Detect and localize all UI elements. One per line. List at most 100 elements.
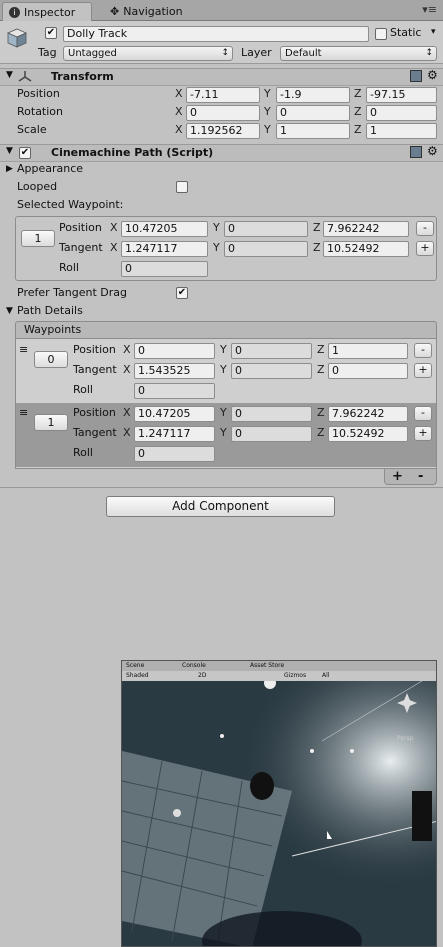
waypoint-1-tangent-z[interactable]: 10.52492 <box>328 426 408 442</box>
waypoint-0-position-z[interactable]: 1 <box>328 343 408 359</box>
waypoint-1-tangent-y[interactable]: 0 <box>231 426 312 442</box>
add-component-button[interactable]: Add Component <box>106 496 335 517</box>
waypoint-1-position-y[interactable]: 0 <box>231 406 312 422</box>
path-details-foldout-icon[interactable]: ▼ <box>6 306 13 316</box>
help-book-icon[interactable] <box>410 70 422 82</box>
tag-dropdown[interactable]: Untagged <box>63 46 233 61</box>
transform-position-z[interactable]: -97.15 <box>366 87 437 103</box>
looped-checkbox[interactable] <box>176 181 188 193</box>
layer-dropdown[interactable]: Default <box>280 46 437 61</box>
object-name-input[interactable]: Dolly Track <box>63 26 369 42</box>
axis-x-label: X <box>175 105 183 118</box>
transform-scale-z[interactable]: 1 <box>366 123 437 139</box>
appearance-foldout[interactable]: Appearance <box>17 161 83 177</box>
tab-navigation[interactable]: ✥ Navigation <box>104 2 200 21</box>
axis-y-label: Y <box>220 426 227 439</box>
tab-inspector-label: Inspector <box>24 5 76 19</box>
list-add-button[interactable]: + <box>392 469 403 484</box>
waypoint-1-add-button[interactable]: + <box>414 426 432 441</box>
axis-x-label: X <box>123 363 131 376</box>
axis-z-label: Z <box>354 87 362 100</box>
remove-waypoint-button[interactable]: - <box>416 221 434 236</box>
path-details-foldout[interactable]: Path Details <box>17 303 83 319</box>
add-waypoint-button[interactable]: + <box>416 241 434 256</box>
selected-position-y[interactable]: 0 <box>224 221 308 237</box>
waypoint-0-position-y[interactable]: 0 <box>231 343 312 359</box>
panel-menu-icon[interactable]: ▾≡ <box>422 3 437 16</box>
axis-z-label: Z <box>313 241 321 254</box>
transform-rotation-z[interactable]: 0 <box>366 105 437 121</box>
axis-x-label: X <box>110 241 118 254</box>
waypoints-header-label: Waypoints <box>24 323 82 336</box>
settings-gear-icon[interactable]: ⚙ <box>427 144 438 158</box>
prefer-tangent-drag-label: Prefer Tangent Drag <box>17 286 128 299</box>
active-checkbox[interactable]: ✔ <box>45 27 57 39</box>
scene-thumb-gizmos: Gizmos <box>284 672 307 679</box>
help-book-icon[interactable] <box>410 146 422 158</box>
transform-rotation-x[interactable]: 0 <box>186 105 260 121</box>
waypoint-1-tangent-x[interactable]: 1.247117 <box>134 426 215 442</box>
waypoint-1-position-x[interactable]: 10.47205 <box>134 406 215 422</box>
waypoint-0-remove-button[interactable]: - <box>414 343 432 358</box>
static-dropdown-icon[interactable]: ▾ <box>431 27 436 37</box>
axis-z-label: Z <box>317 406 325 419</box>
axis-x-label: X <box>110 221 118 234</box>
static-checkbox[interactable] <box>375 28 387 40</box>
list-remove-button[interactable]: - <box>418 469 423 484</box>
drag-handle-icon[interactable]: ≡ <box>19 407 28 418</box>
selected-waypoint-index-button[interactable]: 1 <box>21 230 55 247</box>
transform-position-x[interactable]: -7.11 <box>186 87 260 103</box>
transform-scale-y[interactable]: 1 <box>276 123 350 139</box>
waypoint-0-tangent-y[interactable]: 0 <box>231 363 312 379</box>
axis-x-label: X <box>123 343 131 356</box>
path-foldout-icon[interactable]: ▼ <box>6 146 13 156</box>
appearance-foldout-icon[interactable]: ▶ <box>6 164 13 174</box>
axis-y-label: Y <box>220 343 227 356</box>
drag-handle-icon[interactable]: ≡ <box>19 344 28 355</box>
scene-render-image <box>122 681 436 946</box>
waypoint-0-roll-field[interactable]: 0 <box>134 383 215 399</box>
selected-position-label: Position <box>59 221 102 234</box>
info-icon: i <box>9 6 20 18</box>
waypoint-1-remove-button[interactable]: - <box>414 406 432 421</box>
waypoint-1-position-label: Position <box>73 406 116 419</box>
axis-x-label: X <box>123 406 131 419</box>
scene-thumb-tabbar: Scene Console Asset Store <box>122 661 436 671</box>
selected-tangent-label: Tangent <box>59 241 103 254</box>
selected-roll-field[interactable]: 0 <box>121 261 208 277</box>
axis-x-label: X <box>123 426 131 439</box>
transform-position-y[interactable]: -1.9 <box>276 87 350 103</box>
transform-scale-x[interactable]: 1.192562 <box>186 123 260 139</box>
waypoint-0-add-button[interactable]: + <box>414 363 432 378</box>
transform-rotation-y[interactable]: 0 <box>276 105 350 121</box>
layer-label: Layer <box>241 46 272 59</box>
path-enabled-checkbox[interactable]: ✔ <box>19 147 31 159</box>
axis-z-label: Z <box>354 123 362 136</box>
waypoint-1-tangent-label: Tangent <box>73 426 117 439</box>
settings-gear-icon[interactable]: ⚙ <box>427 68 438 82</box>
transform-position-label: Position <box>17 87 60 100</box>
tab-inspector[interactable]: i Inspector <box>2 2 92 21</box>
selected-position-z[interactable]: 7.962242 <box>323 221 409 237</box>
waypoint-0-index-button[interactable]: 0 <box>34 351 68 368</box>
axis-y-label: Y <box>264 123 271 136</box>
selected-tangent-z[interactable]: 10.52492 <box>323 241 409 257</box>
waypoint-1-position-z[interactable]: 7.962242 <box>328 406 408 422</box>
scene-thumb-tab-console: Console <box>182 662 206 669</box>
selected-tangent-x[interactable]: 1.247117 <box>121 241 208 257</box>
waypoint-1-index-button[interactable]: 1 <box>34 414 68 431</box>
scene-thumb-search: All <box>322 672 330 679</box>
waypoint-0-position-x[interactable]: 0 <box>134 343 215 359</box>
waypoint-0-tangent-z[interactable]: 0 <box>328 363 408 379</box>
selected-tangent-y[interactable]: 0 <box>224 241 308 257</box>
inspector-tab-bar: i Inspector ✥ Navigation ▾≡ <box>0 0 443 21</box>
waypoint-1-roll-field[interactable]: 0 <box>134 446 215 462</box>
axis-x-label: X <box>175 123 183 136</box>
prefer-tangent-drag-checkbox[interactable]: ✔ <box>176 287 188 299</box>
axis-y-label: Y <box>220 406 227 419</box>
waypoint-0-tangent-x[interactable]: 1.543525 <box>134 363 215 379</box>
selected-position-x[interactable]: 10.47205 <box>121 221 208 237</box>
axis-y-label: Y <box>264 87 271 100</box>
tag-label: Tag <box>38 46 57 59</box>
transform-foldout-icon[interactable]: ▼ <box>6 70 13 80</box>
